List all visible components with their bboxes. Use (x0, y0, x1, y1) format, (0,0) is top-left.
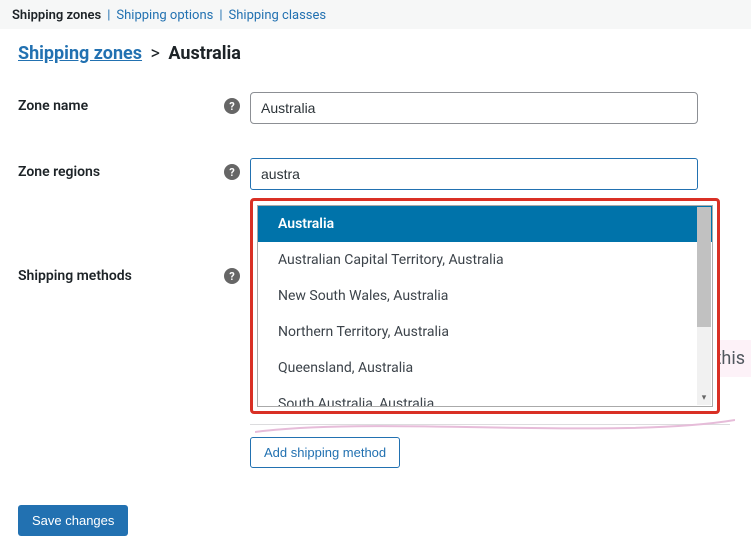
tab-shipping-classes[interactable]: Shipping classes (225, 8, 331, 23)
help-icon[interactable]: ? (224, 98, 240, 114)
zone-name-input[interactable] (250, 92, 698, 124)
breadcrumb-current: Australia (168, 43, 241, 64)
shipping-tabs: Shipping zones | Shipping options | Ship… (0, 0, 751, 29)
dropdown-option[interactable]: New South Wales, Australia (258, 278, 712, 314)
dropdown-option[interactable]: Australia (258, 206, 712, 242)
tab-shipping-zones[interactable]: Shipping zones (8, 8, 105, 23)
add-shipping-method-button[interactable]: Add shipping method (250, 437, 400, 468)
row-zone-name: Zone name ? (18, 92, 733, 124)
zone-regions-input[interactable] (250, 158, 698, 190)
tab-shipping-options[interactable]: Shipping options (112, 8, 217, 23)
tab-separator: | (219, 8, 222, 23)
save-changes-button[interactable]: Save changes (18, 505, 128, 536)
dropdown-option[interactable]: Queensland, Australia (258, 350, 712, 386)
label-zone-regions: Zone regions (18, 164, 224, 180)
row-zone-regions: Zone regions ? (18, 158, 733, 190)
dropdown-option[interactable]: Northern Territory, Australia (258, 314, 712, 350)
dropdown-option[interactable]: South Australia, Australia (258, 386, 712, 406)
dropdown-scrollbar[interactable]: ▾ (697, 207, 711, 405)
scrollbar-thumb[interactable] (697, 207, 711, 327)
label-shipping-methods: Shipping methods (18, 268, 224, 284)
breadcrumb-root-link[interactable]: Shipping zones (18, 43, 142, 64)
breadcrumb: Shipping zones > Australia (18, 43, 733, 64)
breadcrumb-arrow: > (151, 43, 160, 64)
dropdown-option[interactable]: Australian Capital Territory, Australia (258, 242, 712, 278)
region-dropdown: Australia Australian Capital Territory, … (250, 198, 720, 414)
panel-separator (250, 424, 730, 425)
help-icon[interactable]: ? (224, 164, 240, 180)
scroll-down-arrow-icon[interactable]: ▾ (697, 391, 711, 405)
label-zone-name: Zone name (18, 98, 224, 114)
help-icon[interactable]: ? (224, 268, 240, 284)
tab-separator: | (107, 8, 110, 23)
region-dropdown-list: Australia Australian Capital Territory, … (258, 206, 712, 406)
